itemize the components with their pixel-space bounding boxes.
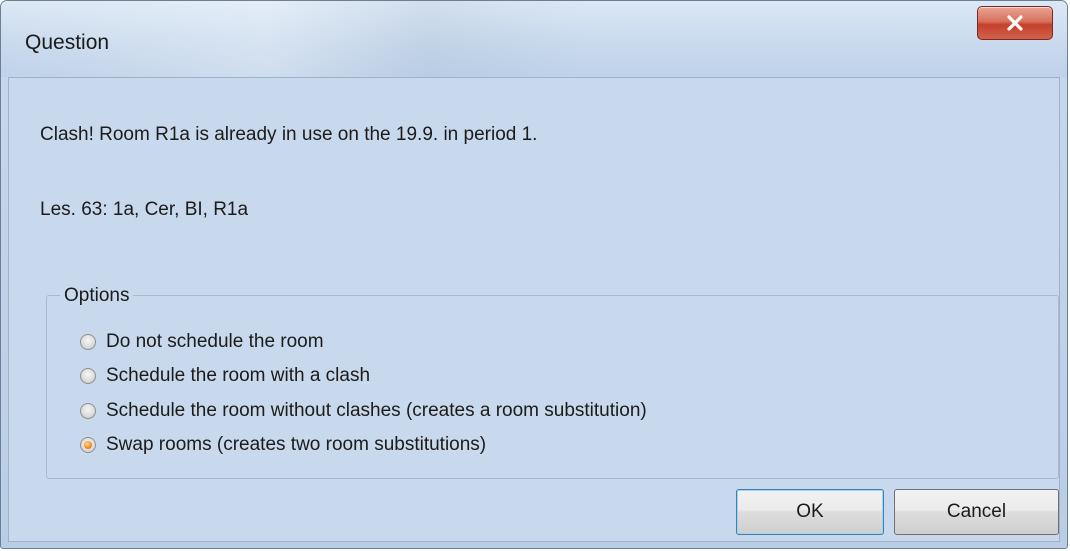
option-schedule-without-clashes[interactable]: Schedule the room without clashes (creat… [80, 398, 647, 424]
option-label: Schedule the room with a clash [106, 365, 371, 386]
lesson-details: Les. 63: 1a, Cer, BI, R1a [40, 199, 249, 220]
clash-message: Clash! Room R1a is already in use on the… [40, 124, 538, 145]
radio-button[interactable] [80, 334, 96, 350]
option-label: Do not schedule the room [106, 331, 324, 352]
close-button[interactable] [977, 6, 1053, 40]
option-swap-rooms[interactable]: Swap rooms (creates two room substitutio… [80, 432, 486, 458]
cancel-button[interactable]: Cancel [894, 489, 1059, 535]
close-x-icon [1007, 15, 1023, 31]
title-bar[interactable]: Question [1, 1, 1067, 77]
radio-button[interactable] [80, 368, 96, 384]
ok-button[interactable]: OK [736, 489, 884, 535]
radio-button-selected[interactable] [80, 437, 96, 453]
radio-button[interactable] [80, 403, 96, 419]
window-title: Question [25, 31, 110, 54]
option-label: Swap rooms (creates two room substitutio… [106, 434, 487, 455]
option-do-not-schedule[interactable]: Do not schedule the room [80, 329, 324, 355]
option-schedule-with-clash[interactable]: Schedule the room with a clash [80, 363, 370, 389]
option-label: Schedule the room without clashes (creat… [106, 400, 647, 421]
options-legend: Options [60, 285, 134, 307]
